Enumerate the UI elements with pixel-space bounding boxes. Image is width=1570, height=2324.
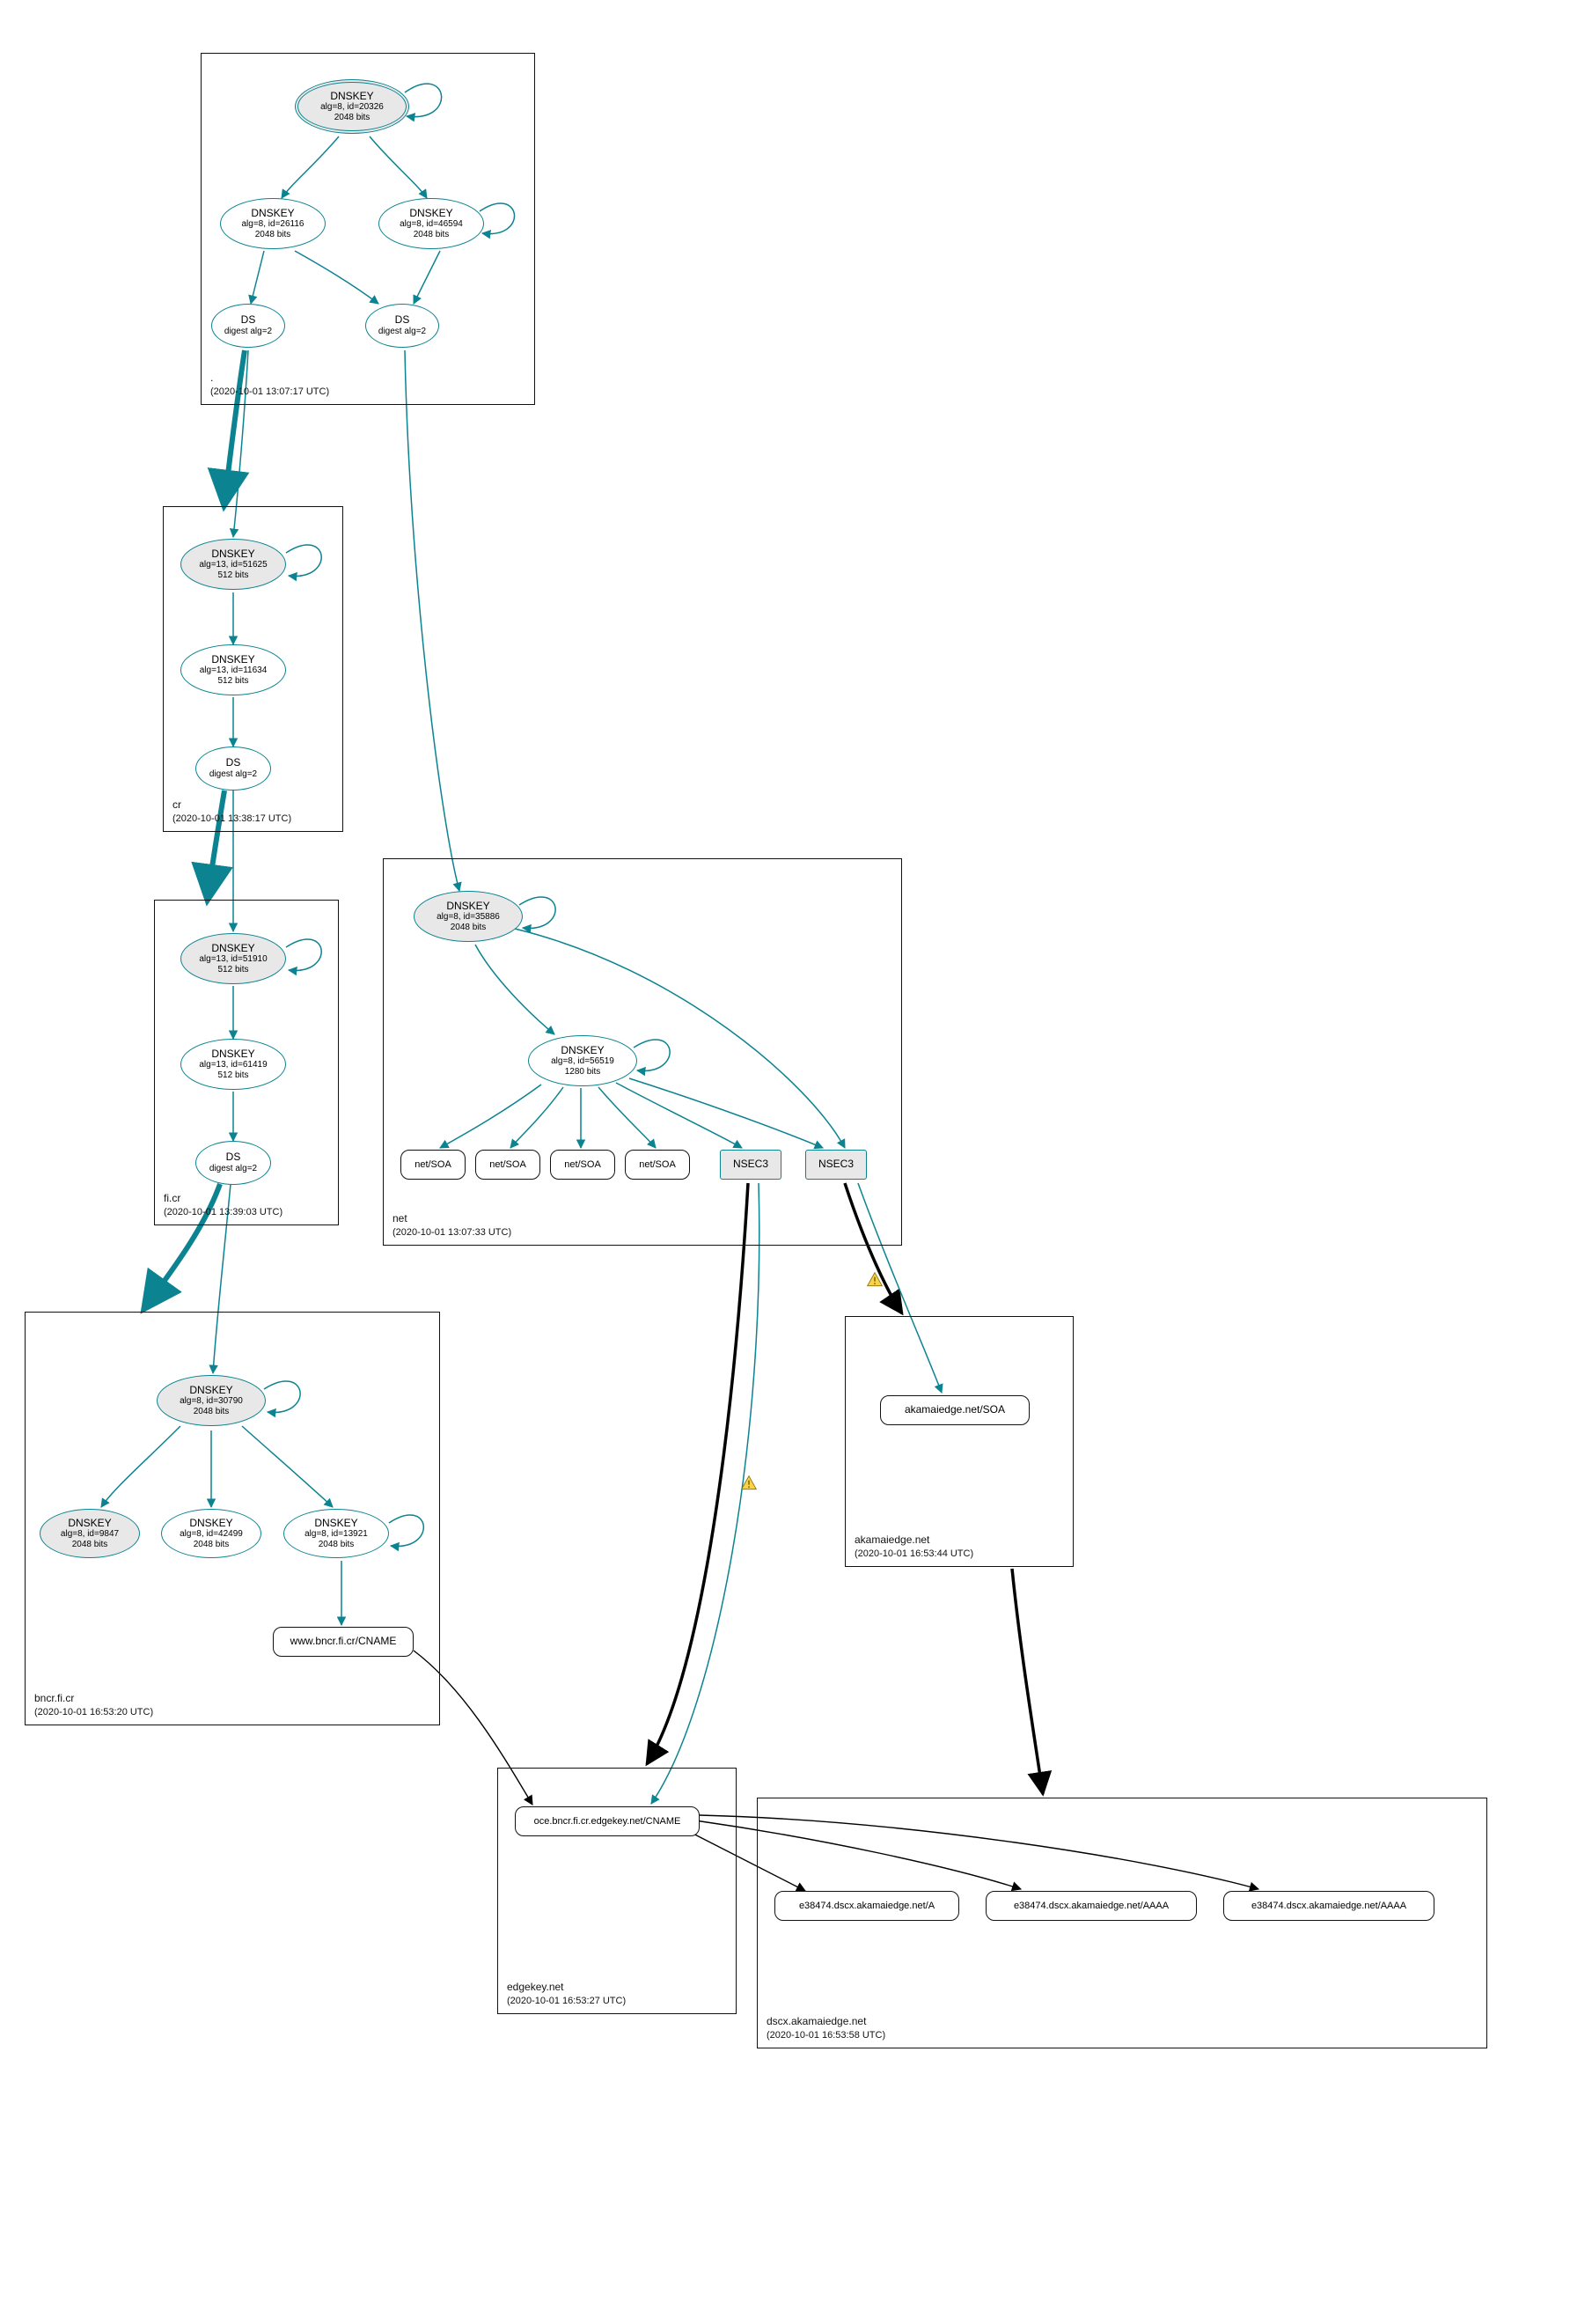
zone-dscx: dscx.akamaiedge.net (2020-10-01 16:53:58… [757,1798,1487,2048]
zone-label: edgekey.net (2020-10-01 16:53:27 UTC) [507,1981,626,2008]
rr-bncr-cname: www.bncr.fi.cr/CNAME [273,1627,414,1657]
ds-root-1: DS digest alg=2 [211,304,285,348]
rr-nsec3-1: NSEC3 [720,1150,781,1180]
zone-time: (2020-10-01 13:07:17 UTC) [210,386,329,397]
zone-time: (2020-10-01 13:38:17 UTC) [172,813,291,824]
zone-time: (2020-10-01 16:53:20 UTC) [34,1707,153,1717]
warning-icon [865,1271,884,1289]
ds-ficr: DS digest alg=2 [195,1141,271,1185]
zone-label: . (2020-10-01 13:07:17 UTC) [210,371,329,399]
zone-label: akamaiedge.net (2020-10-01 16:53:44 UTC) [855,1533,973,1561]
zone-name: akamaiedge.net [855,1533,929,1546]
zone-name: edgekey.net [507,1981,564,1993]
rr-net-soa-1: net/SOA [400,1150,466,1180]
dnskey-bncr-z3: DNSKEY alg=8, id=13921 2048 bits [283,1509,389,1558]
rr-net-soa-2: net/SOA [475,1150,540,1180]
dnskey-cr-ksk: DNSKEY alg=13, id=51625 512 bits [180,539,286,590]
dnskey-cr-zsk: DNSKEY alg=13, id=11634 512 bits [180,644,286,695]
zone-label: dscx.akamaiedge.net (2020-10-01 16:53:58… [767,2015,885,2042]
diagram-stage: . (2020-10-01 13:07:17 UTC) DNSKEY alg=8… [0,0,1570,2324]
rr-dscx-a: e38474.dscx.akamaiedge.net/A [774,1891,959,1921]
dnskey-net-ksk: DNSKEY alg=8, id=35886 2048 bits [414,891,523,942]
zone-name: dscx.akamaiedge.net [767,2015,866,2027]
zone-label: net (2020-10-01 13:07:33 UTC) [392,1212,511,1239]
rr-nsec3-2: NSEC3 [805,1150,867,1180]
dnskey-root-ksk: DNSKEY alg=8, id=20326 2048 bits [295,79,409,134]
rr-akamaiedge-soa: akamaiedge.net/SOA [880,1395,1030,1425]
ds-cr: DS digest alg=2 [195,746,271,791]
zone-name: fi.cr [164,1192,180,1204]
dnskey-root-zsk1: DNSKEY alg=8, id=26116 2048 bits [220,198,326,249]
zone-edgekey: edgekey.net (2020-10-01 16:53:27 UTC) [497,1768,737,2014]
zone-label: bncr.fi.cr (2020-10-01 16:53:20 UTC) [34,1692,153,1719]
zone-time: (2020-10-01 16:53:27 UTC) [507,1996,626,2006]
zone-name: cr [172,798,181,811]
dnskey-bncr-ksk: DNSKEY alg=8, id=30790 2048 bits [157,1375,266,1426]
zone-time: (2020-10-01 16:53:58 UTC) [767,2030,885,2041]
zone-name: net [392,1212,407,1225]
warning-icon [739,1475,759,1492]
rr-dscx-aaaa-1: e38474.dscx.akamaiedge.net/AAAA [986,1891,1197,1921]
zone-label: cr (2020-10-01 13:38:17 UTC) [172,798,291,826]
zone-time: (2020-10-01 16:53:44 UTC) [855,1548,973,1559]
dnskey-ficr-zsk: DNSKEY alg=13, id=61419 512 bits [180,1039,286,1090]
zone-label: fi.cr (2020-10-01 13:39:03 UTC) [164,1192,282,1219]
rr-edgekey-cname: oce.bncr.fi.cr.edgekey.net/CNAME [515,1806,700,1836]
ds-root-2: DS digest alg=2 [365,304,439,348]
rr-dscx-aaaa-2: e38474.dscx.akamaiedge.net/AAAA [1223,1891,1434,1921]
dnskey-ficr-ksk: DNSKEY alg=13, id=51910 512 bits [180,933,286,984]
zone-name: bncr.fi.cr [34,1692,74,1704]
zone-akamaiedge: akamaiedge.net (2020-10-01 16:53:44 UTC) [845,1316,1074,1567]
rr-net-soa-4: net/SOA [625,1150,690,1180]
dnskey-root-zsk2: DNSKEY alg=8, id=46594 2048 bits [378,198,484,249]
zone-time: (2020-10-01 13:39:03 UTC) [164,1207,282,1217]
rr-net-soa-3: net/SOA [550,1150,615,1180]
zone-time: (2020-10-01 13:07:33 UTC) [392,1227,511,1238]
dnskey-bncr-z1: DNSKEY alg=8, id=9847 2048 bits [40,1509,140,1558]
dnskey-net-zsk: DNSKEY alg=8, id=56519 1280 bits [528,1035,637,1086]
zone-name: . [210,371,213,384]
dnskey-bncr-z2: DNSKEY alg=8, id=42499 2048 bits [161,1509,261,1558]
